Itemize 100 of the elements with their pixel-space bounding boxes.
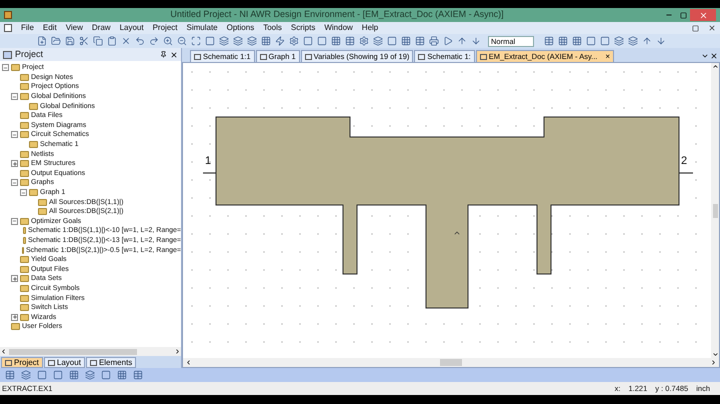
toolbar-icon[interactable] bbox=[232, 36, 243, 46]
toolbar-icon[interactable] bbox=[246, 36, 257, 46]
expand-toggle-icon[interactable] bbox=[20, 189, 27, 196]
scroll-thumb[interactable] bbox=[712, 204, 718, 218]
expand-toggle-icon[interactable] bbox=[11, 314, 18, 321]
toolbar-icon[interactable] bbox=[92, 36, 103, 46]
panel-tab[interactable]: Project bbox=[1, 357, 43, 368]
cursor-icon bbox=[453, 229, 461, 237]
window-title: Untitled Project - NI AWR Design Environment - [EM_Extract_Doc (AXIEM - Async)] bbox=[169, 8, 505, 22]
pin-icon[interactable] bbox=[160, 51, 167, 58]
toolbar-icon[interactable] bbox=[162, 36, 173, 46]
toolbar-icon[interactable] bbox=[288, 36, 299, 46]
toolbar-icon[interactable] bbox=[84, 370, 95, 380]
scroll-right-icon[interactable] bbox=[710, 359, 717, 366]
toolbar-icon[interactable] bbox=[386, 36, 397, 46]
horizontal-scrollbar[interactable] bbox=[183, 358, 719, 367]
scroll-thumb[interactable] bbox=[9, 348, 137, 354]
toolbar-icon[interactable] bbox=[68, 370, 79, 380]
toolbar-icon[interactable] bbox=[148, 36, 159, 46]
toolbar-icon[interactable] bbox=[543, 36, 554, 46]
menu-item[interactable]: Options bbox=[226, 22, 254, 34]
toolbar-icon[interactable] bbox=[36, 36, 47, 46]
toolbar-icon[interactable] bbox=[100, 370, 111, 380]
toolbar-icon[interactable] bbox=[316, 36, 327, 46]
toolbar-icon[interactable] bbox=[428, 36, 439, 46]
expand-toggle-icon[interactable] bbox=[11, 131, 18, 138]
port-label: 2 bbox=[681, 154, 688, 169]
close-icon[interactable] bbox=[708, 24, 716, 32]
toolbar-icon[interactable] bbox=[330, 36, 341, 46]
scroll-down-icon[interactable] bbox=[712, 351, 718, 358]
scroll-up-icon[interactable] bbox=[712, 63, 718, 70]
toolbar-icon[interactable] bbox=[655, 36, 666, 46]
expand-toggle-icon[interactable] bbox=[11, 93, 18, 100]
menu-item[interactable]: File bbox=[21, 22, 34, 34]
toolbar-icon[interactable] bbox=[176, 36, 187, 46]
toolbar-icon[interactable] bbox=[52, 370, 63, 380]
menu-item[interactable]: Layout bbox=[120, 22, 144, 34]
toolbar-icon[interactable] bbox=[36, 370, 47, 380]
toolbar-icon[interactable] bbox=[20, 370, 31, 380]
toolbar-icon[interactable] bbox=[116, 370, 127, 380]
restore-icon[interactable] bbox=[692, 24, 699, 32]
toolbar-icon[interactable] bbox=[627, 36, 638, 46]
panel-tab[interactable]: Layout bbox=[44, 357, 85, 368]
toolbar-icon[interactable] bbox=[190, 36, 201, 46]
panel-title: Project bbox=[15, 48, 44, 61]
toolbar-icon[interactable] bbox=[442, 36, 453, 46]
toolbar-icon[interactable] bbox=[400, 36, 411, 46]
menu-item[interactable]: Simulate bbox=[186, 22, 218, 34]
toolbar-icon[interactable] bbox=[372, 36, 383, 46]
menu-item[interactable]: Help bbox=[362, 22, 378, 34]
expand-toggle-icon[interactable] bbox=[11, 179, 18, 186]
toolbar-icon[interactable] bbox=[344, 36, 355, 46]
port-label: 1 bbox=[205, 154, 212, 169]
project-icon bbox=[3, 50, 12, 58]
scroll-left-icon[interactable] bbox=[185, 359, 192, 366]
expand-toggle-icon[interactable] bbox=[11, 275, 18, 282]
expand-toggle-icon[interactable] bbox=[11, 218, 18, 225]
toolbar-icon[interactable] bbox=[557, 36, 568, 46]
tab-list-icon[interactable] bbox=[701, 52, 709, 60]
expand-toggle-icon[interactable] bbox=[11, 160, 18, 168]
close-icon[interactable] bbox=[710, 52, 718, 60]
menu-item[interactable]: Edit bbox=[42, 22, 57, 34]
toolbar-icon[interactable] bbox=[134, 36, 145, 46]
toolbar-icon[interactable] bbox=[218, 36, 229, 46]
toolbar-icon[interactable] bbox=[204, 36, 215, 46]
toolbar-icon[interactable] bbox=[599, 36, 610, 46]
app-icon bbox=[4, 11, 12, 19]
toolbar-icon[interactable] bbox=[260, 36, 271, 46]
toolbar-icon[interactable] bbox=[274, 36, 285, 46]
vertical-scrollbar[interactable] bbox=[711, 63, 719, 358]
toolbar-icon[interactable] bbox=[50, 36, 61, 46]
menu-item[interactable]: Project bbox=[152, 22, 178, 34]
menu-item[interactable]: Window bbox=[324, 22, 353, 34]
close-icon[interactable] bbox=[170, 50, 178, 58]
toolbar-icon[interactable] bbox=[106, 36, 117, 46]
toolbar-icon[interactable] bbox=[64, 36, 75, 46]
document-icon[interactable] bbox=[4, 24, 12, 32]
scroll-right-icon[interactable] bbox=[174, 348, 181, 355]
panel-tab[interactable]: Elements bbox=[86, 357, 136, 368]
toolbar-icon[interactable] bbox=[456, 36, 467, 46]
menu-item[interactable]: Tools bbox=[263, 22, 282, 34]
toolbar-icon[interactable] bbox=[414, 36, 425, 46]
menu-item[interactable]: View bbox=[66, 22, 83, 34]
toolbar-icon[interactable] bbox=[641, 36, 652, 46]
horizontal-scrollbar[interactable] bbox=[0, 347, 181, 356]
toolbar-icon[interactable] bbox=[358, 36, 369, 46]
scroll-left-icon[interactable] bbox=[0, 348, 7, 355]
toolbar-icon[interactable] bbox=[571, 36, 582, 46]
toolbar-icon[interactable] bbox=[585, 36, 596, 46]
toolbar-icon[interactable] bbox=[613, 36, 624, 46]
menu-item[interactable]: Draw bbox=[92, 22, 111, 34]
toolbar-icon[interactable] bbox=[132, 370, 143, 380]
expand-toggle-icon[interactable] bbox=[2, 64, 9, 72]
menu-item[interactable]: Scripts bbox=[290, 22, 316, 34]
toolbar-icon[interactable] bbox=[78, 36, 89, 46]
toolbar-icon[interactable] bbox=[4, 370, 15, 380]
tab-close[interactable]: × bbox=[605, 50, 610, 62]
scroll-thumb[interactable] bbox=[440, 359, 462, 366]
toolbar-icon[interactable] bbox=[302, 36, 313, 46]
toolbar-icon[interactable] bbox=[470, 36, 481, 46]
